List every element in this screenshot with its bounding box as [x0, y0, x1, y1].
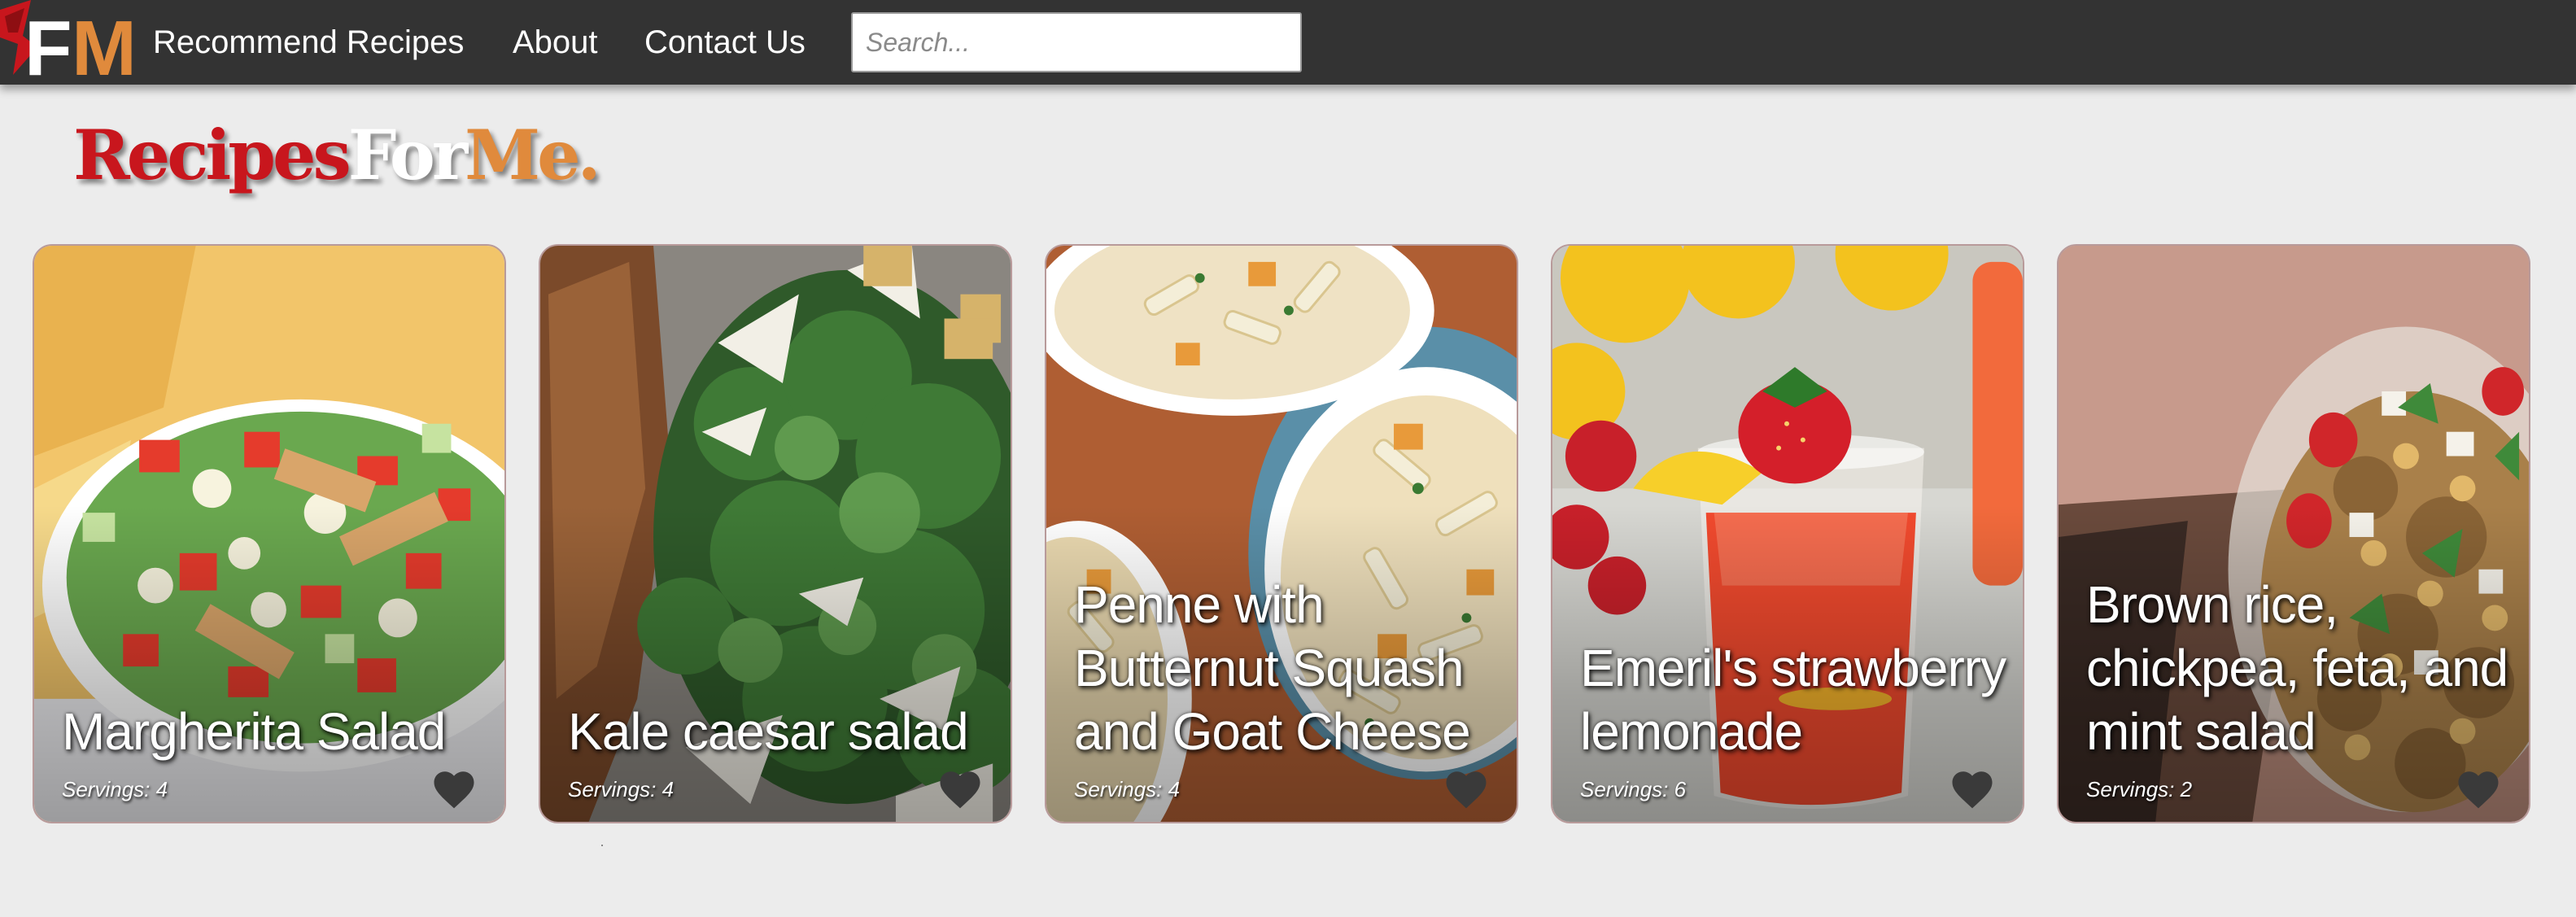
recipe-card[interactable]: Penne with Butternut Squash and Goat Che… — [1045, 244, 1518, 823]
stray-dot — [601, 845, 603, 846]
brand-part-for: For — [347, 115, 468, 195]
recipe-title: Penne with Butternut Squash and Goat Che… — [1074, 575, 1471, 761]
navbar: F M Recommend Recipes About Contact Us — [0, 0, 2576, 85]
nav-about[interactable]: About — [513, 21, 598, 63]
logo-f: F — [24, 5, 72, 85]
recipe-title: Margherita Salad — [62, 702, 446, 761]
recipe-title: Kale caesar salad — [568, 702, 969, 761]
heart-icon[interactable] — [937, 766, 983, 812]
heart-icon[interactable] — [1949, 766, 1995, 812]
heart-icon[interactable] — [2456, 766, 2501, 812]
recipe-servings: Servings: 4 — [568, 777, 675, 801]
recipe-servings: Servings: 4 — [62, 777, 168, 801]
brand-part-recipes: Recipes — [73, 115, 351, 195]
site-brand-logo[interactable]: RecipesForMe. — [73, 119, 601, 192]
recipe-title: Emeril's strawberry lemonade — [1580, 639, 2006, 761]
recipe-servings: Servings: 6 — [1580, 777, 1687, 801]
recipe-title: Brown rice, chickpea, feta, and mint sal… — [2086, 575, 2508, 761]
recipe-card[interactable]: Emeril's strawberry lemonade Servings: 6 — [1551, 244, 2024, 823]
nav-recommend-recipes[interactable]: Recommend Recipes — [153, 21, 464, 63]
recipe-servings: Servings: 2 — [2086, 777, 2193, 801]
recipe-card[interactable]: Margherita Salad Servings: 4 — [33, 244, 506, 823]
nav-contact-us[interactable]: Contact Us — [644, 21, 806, 63]
recipe-card[interactable]: Brown rice, chickpea, feta, and mint sal… — [2057, 244, 2530, 823]
fm-logo[interactable]: F M — [0, 0, 134, 85]
search-input[interactable] — [851, 12, 1302, 72]
heart-icon[interactable] — [431, 766, 477, 812]
brand-part-me: Me. — [465, 115, 601, 195]
recipe-card[interactable]: Kale caesar salad Servings: 4 — [539, 244, 1012, 823]
recipe-servings: Servings: 4 — [1074, 777, 1181, 801]
logo-m: M — [72, 5, 134, 85]
heart-icon[interactable] — [1443, 766, 1489, 812]
